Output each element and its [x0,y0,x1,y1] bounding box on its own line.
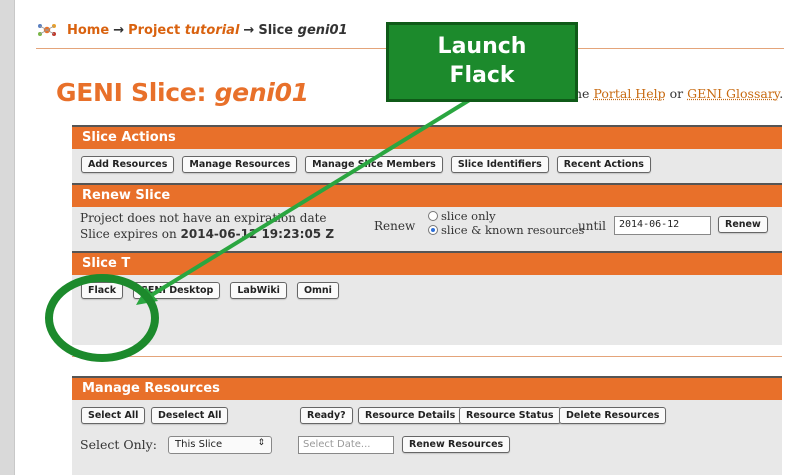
slice-expires-value: 2014-06-12 19:23:05 Z [180,227,335,241]
add-resources-button[interactable]: Add Resources [81,156,175,173]
divider [72,356,782,357]
recent-actions-button[interactable]: Recent Actions [556,156,651,173]
callout-line-1: Launch [437,34,527,59]
slice-actions-row: Add Resources Manage Resources Manage Sl… [72,149,782,183]
slice-known-resources-label: slice & known resources [441,223,585,237]
breadcrumb: Home → Project tutorial → Slice geni01 [36,22,348,38]
slice-only-label: slice only [441,209,496,223]
updown-caret-icon: ⇕ [257,438,265,448]
select-only-row: Select Only: This Slice ⇕ Select Date...… [72,430,782,460]
callout-line-2: Flack [449,63,515,88]
manage-resources-header: Manage Resources [72,376,782,400]
renew-resources-button[interactable]: Renew Resources [402,436,511,453]
page-title-slice-name: geni01 [214,78,310,107]
breadcrumb-project-link[interactable]: Project tutorial [128,23,239,38]
portal-help-link[interactable]: Portal Help [593,86,665,101]
delete-resources-button[interactable]: Delete Resources [559,407,667,424]
geni-glossary-link[interactable]: GENI Glossary [687,86,779,101]
help-text: he Portal Help or GENI Glossary. [574,86,783,101]
help-or: or [669,86,684,101]
manage-resources-button[interactable]: Manage Resources [182,156,298,173]
slice-expires-label: Slice expires on [80,227,177,241]
page-title-prefix: GENI Slice: [56,78,207,107]
select-only-dropdown[interactable]: This Slice ⇕ [168,436,272,454]
breadcrumb-current: Slice geni01 [258,23,347,38]
manage-slice-members-button[interactable]: Manage Slice Members [305,156,443,173]
breadcrumb-project-prefix: Project [128,22,181,38]
breadcrumb-home-link[interactable]: Home [67,23,109,38]
project-expiration-text: Project does not have an expiration date [80,211,327,225]
renew-row: Project does not have an expiration date… [72,207,782,251]
slice-expiration-text: Slice expires on 2014-06-12 19:23:05 Z [80,227,334,241]
select-only-value: This Slice [175,439,223,450]
geni-desktop-button[interactable]: GENI Desktop [133,282,221,299]
radio-selected-icon [428,225,438,235]
slice-only-radio[interactable]: slice only [428,209,496,223]
breadcrumb-slice-prefix: Slice [258,22,294,38]
labwiki-button[interactable]: LabWiki [230,282,287,299]
page-title: GENI Slice: geni01 [56,78,309,107]
launch-flack-callout: Launch Flack [386,22,578,102]
radio-unselected-icon [428,211,438,221]
breadcrumb-arrow: → [243,22,255,38]
resource-details-button[interactable]: Resource Details [358,407,463,424]
slice-panel: Slice Actions Add Resources Manage Resou… [72,125,782,345]
omni-button[interactable]: Omni [296,282,339,299]
flack-button[interactable]: Flack [81,282,124,299]
slice-known-resources-radio[interactable]: slice & known resources [428,223,584,237]
deselect-all-button[interactable]: Deselect All [151,407,229,424]
renew-date-input[interactable]: 2014-06-12 [614,216,711,235]
geni-logo-icon [36,22,58,38]
slice-identifiers-button[interactable]: Slice Identifiers [450,156,549,173]
manage-buttons-row: Select All Deselect All Ready? Resource … [72,400,782,430]
renew-button[interactable]: Renew [718,216,768,233]
resource-status-button[interactable]: Resource Status [459,407,561,424]
breadcrumb-arrow: → [113,22,125,38]
select-all-button[interactable]: Select All [81,407,146,424]
ready-button[interactable]: Ready? [300,407,353,424]
help-period: . [779,86,784,101]
slice-tools-row: Flack GENI Desktop LabWiki Omni [72,275,782,309]
until-label: until [578,219,606,233]
slice-tools-header: Slice T [72,251,782,275]
renew-label: Renew [374,219,416,233]
manage-resources-panel: Manage Resources Select All Deselect All… [72,376,782,475]
breadcrumb-project-name: tutorial [184,22,240,38]
select-only-label: Select Only: [80,437,157,452]
select-date-input[interactable]: Select Date... [298,436,394,454]
renew-slice-header: Renew Slice [72,183,782,207]
breadcrumb-slice-name: geni01 [297,22,348,38]
slice-actions-header: Slice Actions [72,125,782,149]
